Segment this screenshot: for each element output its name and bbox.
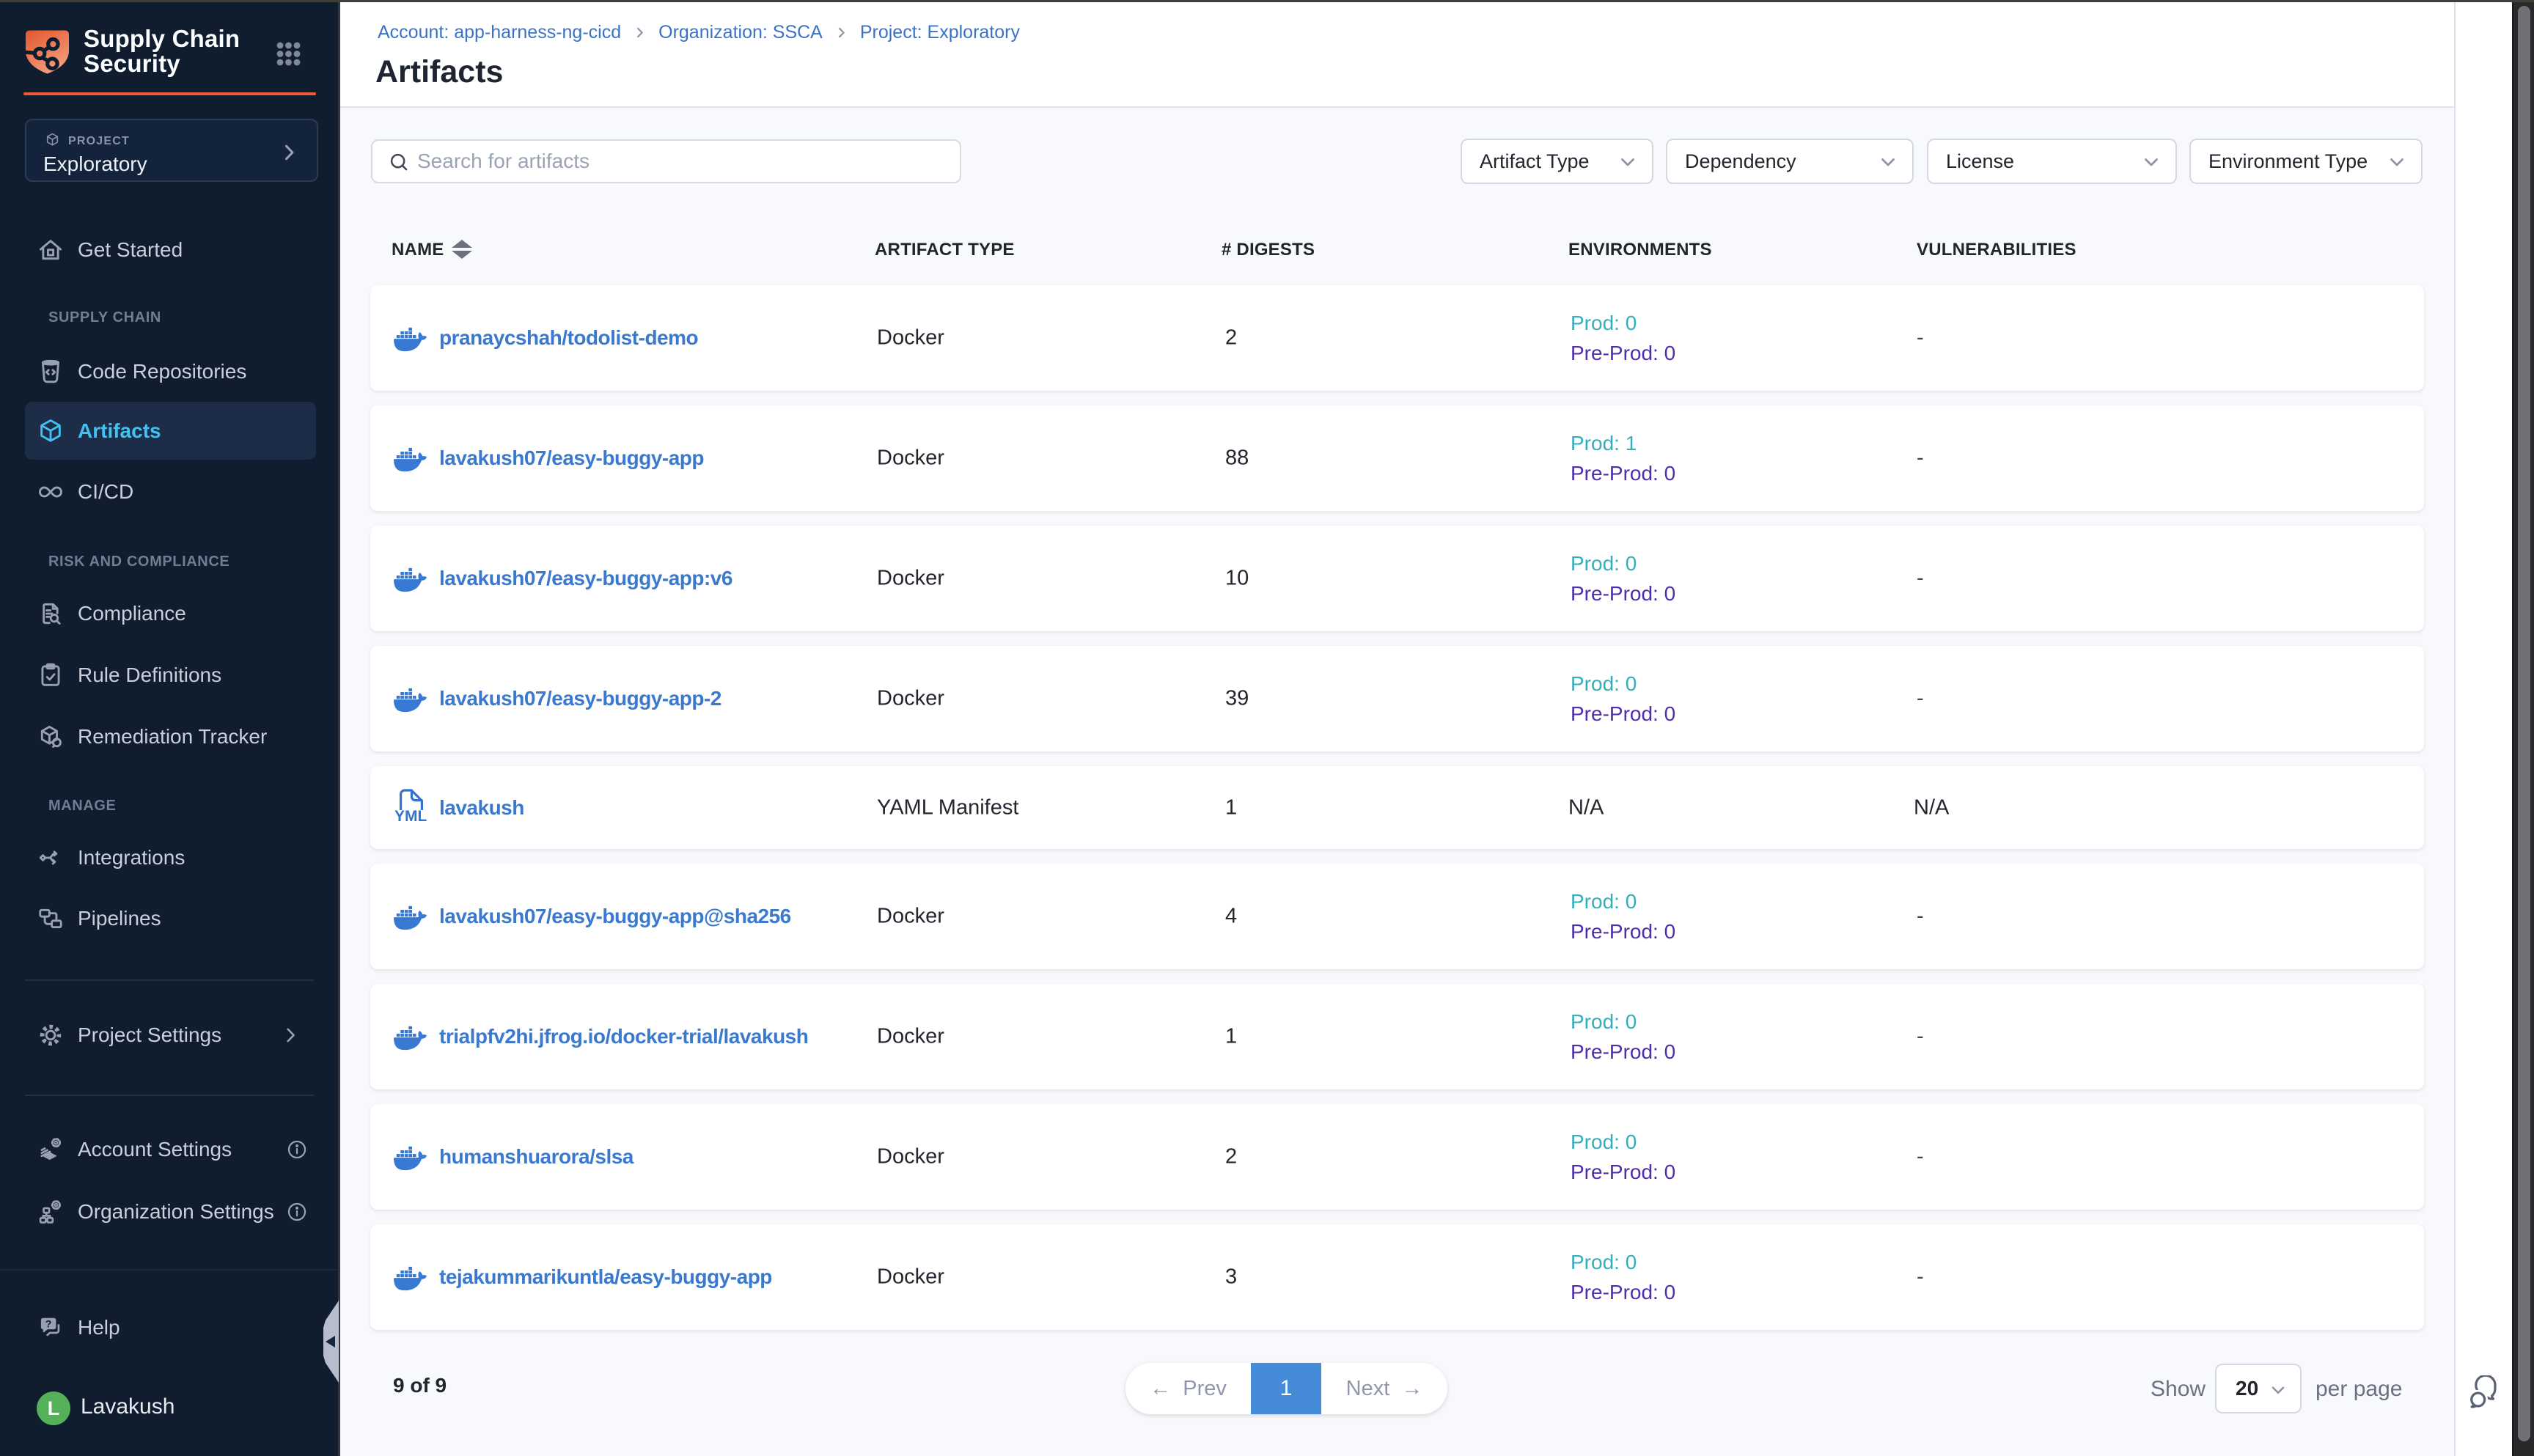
svg-text:?: ? — [45, 1318, 52, 1330]
